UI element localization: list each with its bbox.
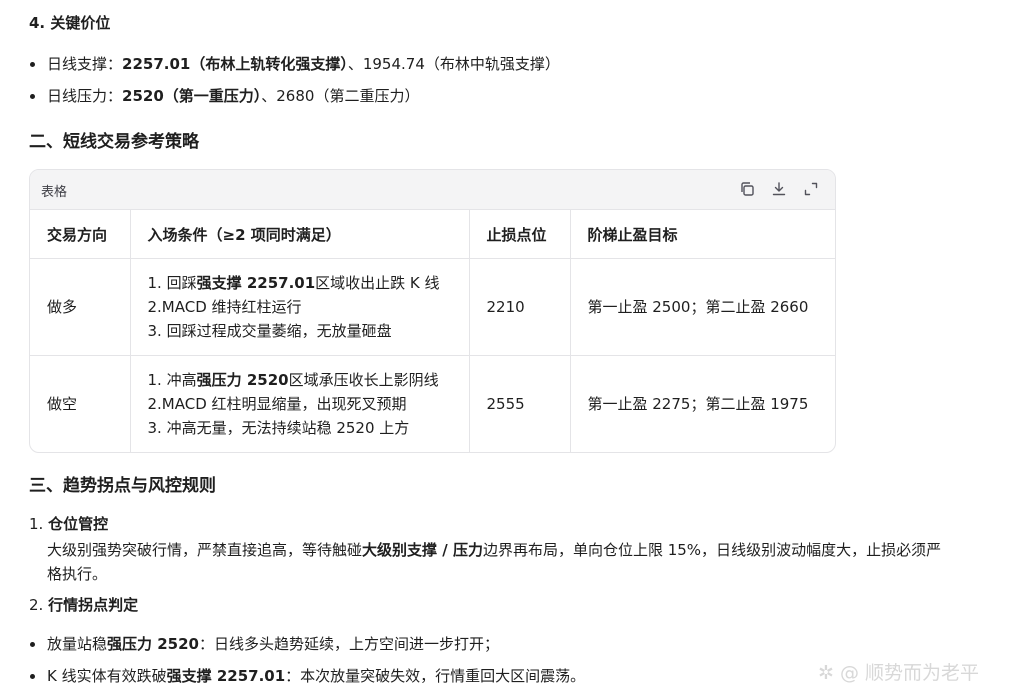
header-direction: 交易方向: [30, 209, 131, 259]
cell-stop: 2210: [469, 258, 571, 356]
bullet: [30, 674, 35, 679]
rule-text: 格执行。: [47, 565, 108, 583]
header-entry-conditions: 入场条件（≥2 项同时满足）: [130, 209, 470, 259]
bullet: [30, 642, 35, 647]
cell-direction: 做空: [30, 355, 131, 452]
cell-target: 第一止盈 2500；第二止盈 2660: [570, 258, 835, 356]
bullet-text: ：日线多头趋势延续，上方空间进一步打开；: [199, 635, 500, 653]
condition-bold: 强支撑 2257.01: [196, 274, 316, 292]
condition-line: 3. 冲高无量，无法持续站稳 2520 上方: [147, 419, 410, 437]
section-heading-risk-rules: 三、趋势拐点与风控规则: [29, 476, 216, 496]
cell-target: 第一止盈 2275；第二止盈 1975: [570, 355, 835, 452]
watermark: ✲ @ 顺势而为老平: [818, 662, 980, 684]
rule-text: 大级别强势突破行情，严禁直接追高，等待触碰: [47, 541, 363, 559]
rule-2-title: 行情拐点判定: [48, 596, 139, 614]
rule-2-heading: 2. 行情拐点判定: [29, 594, 138, 616]
table-row: 做多 1. 回踩强支撑 2257.01区域收出止跌 K 线 2.MACD 维持红…: [30, 258, 835, 356]
expand-icon[interactable]: [803, 181, 819, 197]
rule-number: 1.: [29, 515, 44, 533]
condition-text: 1. 回踩: [147, 274, 197, 292]
resistance-prefix: 日线压力：: [47, 87, 123, 105]
condition-line: 2.MACD 维持红柱运行: [147, 298, 302, 316]
watermark-text: 顺势而为老平: [865, 662, 980, 684]
condition-text: 区域收出止跌 K 线: [315, 274, 440, 292]
condition-line: 2.MACD 红柱明显缩量，出现死叉预期: [147, 395, 407, 413]
resistance-rest: 、2680（第二重压力）: [261, 87, 420, 105]
rule-1-body: 大级别强势突破行情，严禁直接追高，等待触碰大级别支撑 / 压力边界再布局，单向仓…: [47, 538, 941, 586]
weibo-icon: ✲: [818, 662, 834, 684]
condition-line: 3. 回踩过程成交量萎缩，无放量砸盘: [147, 322, 392, 340]
strategy-table: 交易方向 入场条件（≥2 项同时满足） 止损点位 阶梯止盈目标 做多 1. 回踩…: [30, 209, 835, 452]
condition-text: 区域承压收长上影阴线: [288, 371, 439, 389]
strategy-table-card: 表格 交易方向 入场条件（≥2 项同时满足） 止损点位 阶梯止盈目标 做多 1.…: [29, 169, 836, 453]
bullet-text: ：本次放量突破失效，行情重回大区间震荡。: [285, 667, 586, 685]
support-bold: 2257.01（布林上轨转化强支撑）: [122, 55, 348, 73]
cell-conditions: 1. 回踩强支撑 2257.01区域收出止跌 K 线 2.MACD 维持红柱运行…: [130, 258, 470, 356]
bullet-text: 放量站稳: [47, 635, 108, 653]
bullet-bold: 强支撑 2257.01: [166, 667, 286, 685]
bullet-text: K 线实体有效跌破: [47, 667, 167, 685]
section-heading-strategy: 二、短线交易参考策略: [29, 132, 199, 152]
support-prefix: 日线支撑：: [47, 55, 123, 73]
list-item-breakout: 放量站稳强压力 2520：日线多头趋势延续，上方空间进一步打开；: [30, 633, 500, 655]
table-card-header: 表格: [30, 170, 835, 209]
rule-1-title: 仓位管控: [48, 515, 109, 533]
list-item-resistance: 日线压力：2520（第一重压力）、2680（第二重压力）: [30, 85, 420, 107]
section-heading-key-levels: 4. 关键价位: [29, 14, 111, 32]
support-rest: 、1954.74（布林中轨强支撑）: [347, 55, 560, 73]
header-stop-loss: 止损点位: [469, 209, 571, 259]
condition-text: 1. 冲高: [147, 371, 197, 389]
list-item-breakdown: K 线实体有效跌破强支撑 2257.01：本次放量突破失效，行情重回大区间震荡。: [30, 665, 586, 687]
table-label: 表格: [41, 185, 68, 200]
condition-bold: 强压力 2520: [196, 371, 289, 389]
bullet: [30, 94, 35, 99]
bullet: [30, 62, 35, 67]
header-take-profit: 阶梯止盈目标: [570, 209, 835, 259]
table-row: 做空 1. 冲高强压力 2520区域承压收长上影阴线 2.MACD 红柱明显缩量…: [30, 355, 835, 452]
cell-stop: 2555: [469, 355, 571, 452]
cell-conditions: 1. 冲高强压力 2520区域承压收长上影阴线 2.MACD 红柱明显缩量，出现…: [130, 355, 470, 452]
copy-icon[interactable]: [739, 181, 755, 197]
download-icon[interactable]: [771, 181, 787, 197]
resistance-bold: 2520（第一重压力）: [122, 87, 262, 105]
list-item-support: 日线支撑：2257.01（布林上轨转化强支撑）、1954.74（布林中轨强支撑）: [30, 53, 560, 75]
rule-text: 边界再布局，单向仓位上限 15%，日线级别波动幅度大，止损必须严: [482, 541, 942, 559]
bullet-bold: 强压力 2520: [107, 635, 199, 653]
rule-number: 2.: [29, 596, 44, 614]
cell-direction: 做多: [30, 258, 131, 356]
rule-bold: 大级别支撑 / 压力: [362, 541, 483, 559]
rule-1-heading: 1. 仓位管控: [29, 513, 108, 535]
table-header-row: 交易方向 入场条件（≥2 项同时满足） 止损点位 阶梯止盈目标: [30, 209, 835, 259]
